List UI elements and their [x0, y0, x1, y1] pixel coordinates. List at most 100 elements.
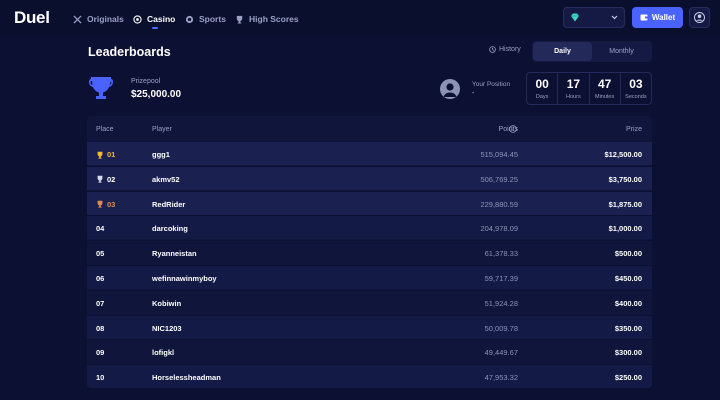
row-player[interactable]: Horselessheadman	[152, 373, 221, 382]
tab-daily[interactable]: Daily	[533, 42, 592, 61]
row-place-number: 06	[96, 274, 105, 283]
wallet-button[interactable]: Wallet	[632, 7, 683, 28]
row-prize: $250.00	[614, 373, 642, 383]
row-prize: $3,750.00	[608, 174, 642, 184]
user-icon	[694, 12, 705, 23]
row-points: 51,924.28	[484, 298, 518, 308]
row-player[interactable]: Ryanneistan	[152, 249, 197, 258]
row-prize: $500.00	[614, 249, 642, 259]
row-points: 204,978.09	[480, 224, 518, 234]
row-points: 50,009.78	[484, 323, 518, 333]
row-place: 02	[96, 175, 115, 184]
row-place-number: 03	[107, 199, 116, 209]
gold-trophy-icon	[97, 151, 103, 159]
row-place: 06	[96, 274, 104, 283]
nav-sports[interactable]: Sports	[185, 12, 226, 26]
row-place: 01	[96, 150, 115, 159]
table-row[interactable]: 10 Horselessheadman 47,953.32 $250.00	[87, 365, 652, 388]
active-nav-indicator	[152, 27, 158, 29]
table-row[interactable]: 03 RedRider 229,880.59 $1,875.00	[87, 191, 652, 215]
nav-originals[interactable]: Originals	[73, 12, 124, 26]
currency-selector[interactable]	[563, 7, 625, 28]
timer-seconds-value: 03	[629, 76, 643, 91]
timer-seconds-unit: Seconds	[625, 93, 647, 100]
row-place-number: 08	[96, 323, 105, 333]
history-link-label: History	[499, 46, 521, 53]
row-points: 515,094.45	[480, 150, 518, 159]
nav-casino[interactable]: Casino	[133, 12, 175, 26]
timer-minutes-unit: Minutes	[594, 93, 615, 100]
prizepool-label: Prizepool	[131, 78, 161, 85]
row-place-number: 02	[107, 174, 116, 184]
row-prize: $350.00	[614, 323, 642, 333]
swords-icon	[73, 14, 82, 24]
logo[interactable]: Duel	[14, 8, 50, 28]
timer-seconds: 03 Seconds	[621, 73, 651, 104]
wallet-button-label: Wallet	[651, 13, 676, 22]
top-nav: Duel Originals Casino Sports High Scores…	[0, 0, 720, 36]
table-row[interactable]: 04 darcoking 204,978.09 $1,000.00	[87, 216, 652, 240]
row-player[interactable]: RedRider	[152, 200, 185, 209]
row-place-number: 05	[96, 249, 105, 259]
your-position-label: Your Position	[472, 81, 511, 88]
row-place: 08	[96, 324, 104, 333]
row-points: 59,717.39	[484, 274, 518, 283]
table-row[interactable]: 06 wefinnawinmyboy 59,717.39 $450.00	[87, 266, 652, 289]
history-link[interactable]: History	[489, 46, 521, 53]
bronze-trophy-icon	[97, 200, 103, 208]
info-icon[interactable]	[509, 125, 517, 133]
row-prize: $12,500.00	[604, 150, 642, 159]
table-row[interactable]: 08 NIC1203 50,009.78 $350.00	[87, 315, 652, 339]
row-prize: $1,000.00	[608, 224, 642, 234]
row-player[interactable]: lofigkl	[152, 348, 174, 357]
row-prize: $300.00	[614, 348, 642, 358]
ball-icon	[185, 15, 194, 23]
countdown-timer: 00 Days 17 Hours 47 Minutes 03 Seconds	[526, 72, 652, 105]
row-points: 61,378.33	[484, 249, 518, 259]
nav-high-scores-label: High Scores	[249, 14, 299, 24]
row-player[interactable]: NIC1203	[152, 324, 182, 333]
nav-originals-label: Originals	[87, 14, 124, 24]
row-player[interactable]: ggg1	[152, 150, 170, 159]
row-points: 49,449.67	[484, 348, 518, 358]
tab-monthly[interactable]: Monthly	[592, 42, 651, 61]
timer-days-value: 00	[535, 76, 549, 91]
row-prize: $1,875.00	[608, 199, 642, 209]
table-row[interactable]: 01 ggg1 515,094.45 $12,500.00	[87, 142, 652, 165]
timer-hours-unit: Hours	[566, 93, 581, 100]
header-prize: Prize	[626, 126, 642, 133]
prizepool-value: $25,000.00	[131, 89, 182, 100]
casino-chip-icon	[133, 14, 142, 24]
row-player[interactable]: wefinnawinmyboy	[152, 274, 217, 283]
your-position-avatar	[440, 79, 460, 99]
table-row[interactable]: 05 Ryanneistan 61,378.33 $500.00	[87, 241, 652, 264]
row-player[interactable]: Kobiwin	[152, 299, 181, 308]
table-row[interactable]: 02 akmv52 506,769.25 $3,750.00	[87, 166, 652, 190]
table-row[interactable]: 07 Kobiwin 51,924.28 $400.00	[87, 291, 652, 314]
row-player[interactable]: akmv52	[152, 175, 180, 184]
row-points: 47,953.32	[484, 373, 518, 383]
page-title: Leaderboards	[88, 45, 171, 59]
timer-hours-value: 17	[566, 76, 581, 91]
row-points: 229,880.59	[480, 199, 518, 209]
nav-high-scores[interactable]: High Scores	[235, 12, 299, 26]
profile-button[interactable]	[689, 7, 710, 28]
timer-minutes: 47 Minutes	[590, 73, 621, 104]
nav-casino-label: Casino	[147, 14, 176, 24]
clock-icon	[489, 46, 496, 53]
silver-trophy-icon	[97, 176, 103, 183]
leaderboard-table: Place Player Points Prize 01 ggg1 515,094.…	[87, 116, 652, 388]
header-player: Player	[152, 126, 172, 133]
row-prize: $450.00	[614, 274, 642, 283]
wallet-icon	[640, 14, 648, 21]
row-place: 04	[96, 224, 104, 233]
row-player[interactable]: darcoking	[152, 224, 188, 233]
table-row[interactable]: 09 lofigkl 49,449.67 $300.00	[87, 340, 652, 363]
row-prize: $400.00	[614, 298, 642, 308]
trophy-icon	[236, 15, 243, 24]
timer-days: 00 Days	[527, 73, 559, 104]
nav-sports-label: Sports	[199, 14, 226, 24]
row-place-number: 04	[96, 224, 105, 234]
user-silhouette-icon	[443, 83, 457, 97]
timer-minutes-value: 47	[597, 76, 612, 91]
